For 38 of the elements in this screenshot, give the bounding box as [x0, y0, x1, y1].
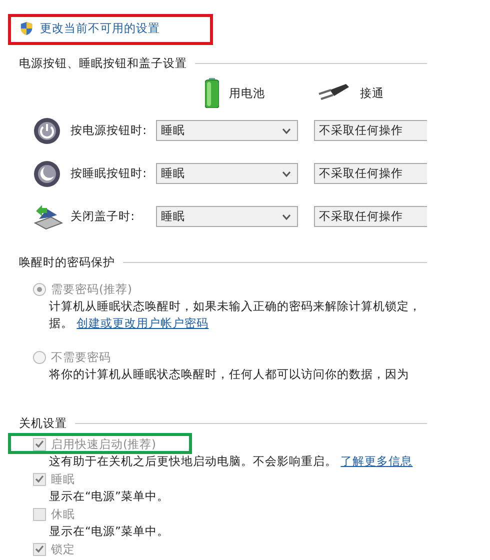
section-title: 关机设置: [19, 416, 67, 430]
section-title: 电源按钮、睡眠按钮和盖子设置: [19, 56, 187, 70]
chevron-icon: [282, 128, 291, 134]
moon-icon: [33, 160, 61, 188]
dropdown[interactable]: 不采取任何操作: [314, 206, 427, 227]
checkmark-icon: [35, 475, 44, 483]
dropdown[interactable]: 睡眠: [156, 206, 298, 227]
dropdown[interactable]: 睡眠: [156, 163, 298, 184]
dropdown[interactable]: 睡眠: [156, 120, 298, 141]
description: 将你的计算机从睡眠状态唤醒时，任何人都可以访问你的数据，因为: [48, 366, 410, 383]
laptop-icon: [33, 202, 63, 230]
description: 计算机从睡眠状态唤醒时，如果未输入正确的密码来解除计算机锁定，: [48, 298, 422, 315]
row-label: 按睡眠按钮时:: [70, 166, 148, 181]
option-label: 休眠: [51, 506, 75, 522]
description: 据。: [49, 316, 73, 330]
dropdown[interactable]: 不采取任何操作: [314, 120, 427, 141]
change-settings-link[interactable]: 更改当前不可用的设置: [40, 21, 160, 36]
description: 这有助于在关机之后更快地启动电脑。不会影响重启。: [49, 454, 337, 468]
option-label: 不需要密码: [51, 350, 111, 364]
description: 显示在“电源”菜单中。: [48, 488, 170, 505]
option-label: 启用快速启动(推荐): [51, 436, 156, 452]
battery-icon: [205, 78, 219, 108]
option-label: 锁定: [51, 542, 75, 556]
option-label: 睡眠: [51, 472, 75, 486]
row-label: 按电源按钮时:: [70, 123, 148, 138]
row-label: 关闭盖子时:: [70, 209, 136, 224]
section-title: 唤醒时的密码保护: [19, 254, 115, 270]
chevron-icon: [282, 170, 291, 176]
checkmark-icon: [35, 545, 44, 553]
description: 显示在“电源”菜单中。: [48, 523, 170, 540]
option-label: 需要密码(推荐): [51, 282, 132, 296]
dropdown[interactable]: 不采取任何操作: [314, 163, 427, 184]
shield-icon: [19, 21, 34, 36]
chevron-icon: [282, 214, 291, 220]
checkmark-icon: [35, 440, 44, 448]
column-label: 用电池: [229, 86, 265, 100]
column-label: 接通: [360, 86, 384, 100]
power-icon: [33, 116, 61, 144]
